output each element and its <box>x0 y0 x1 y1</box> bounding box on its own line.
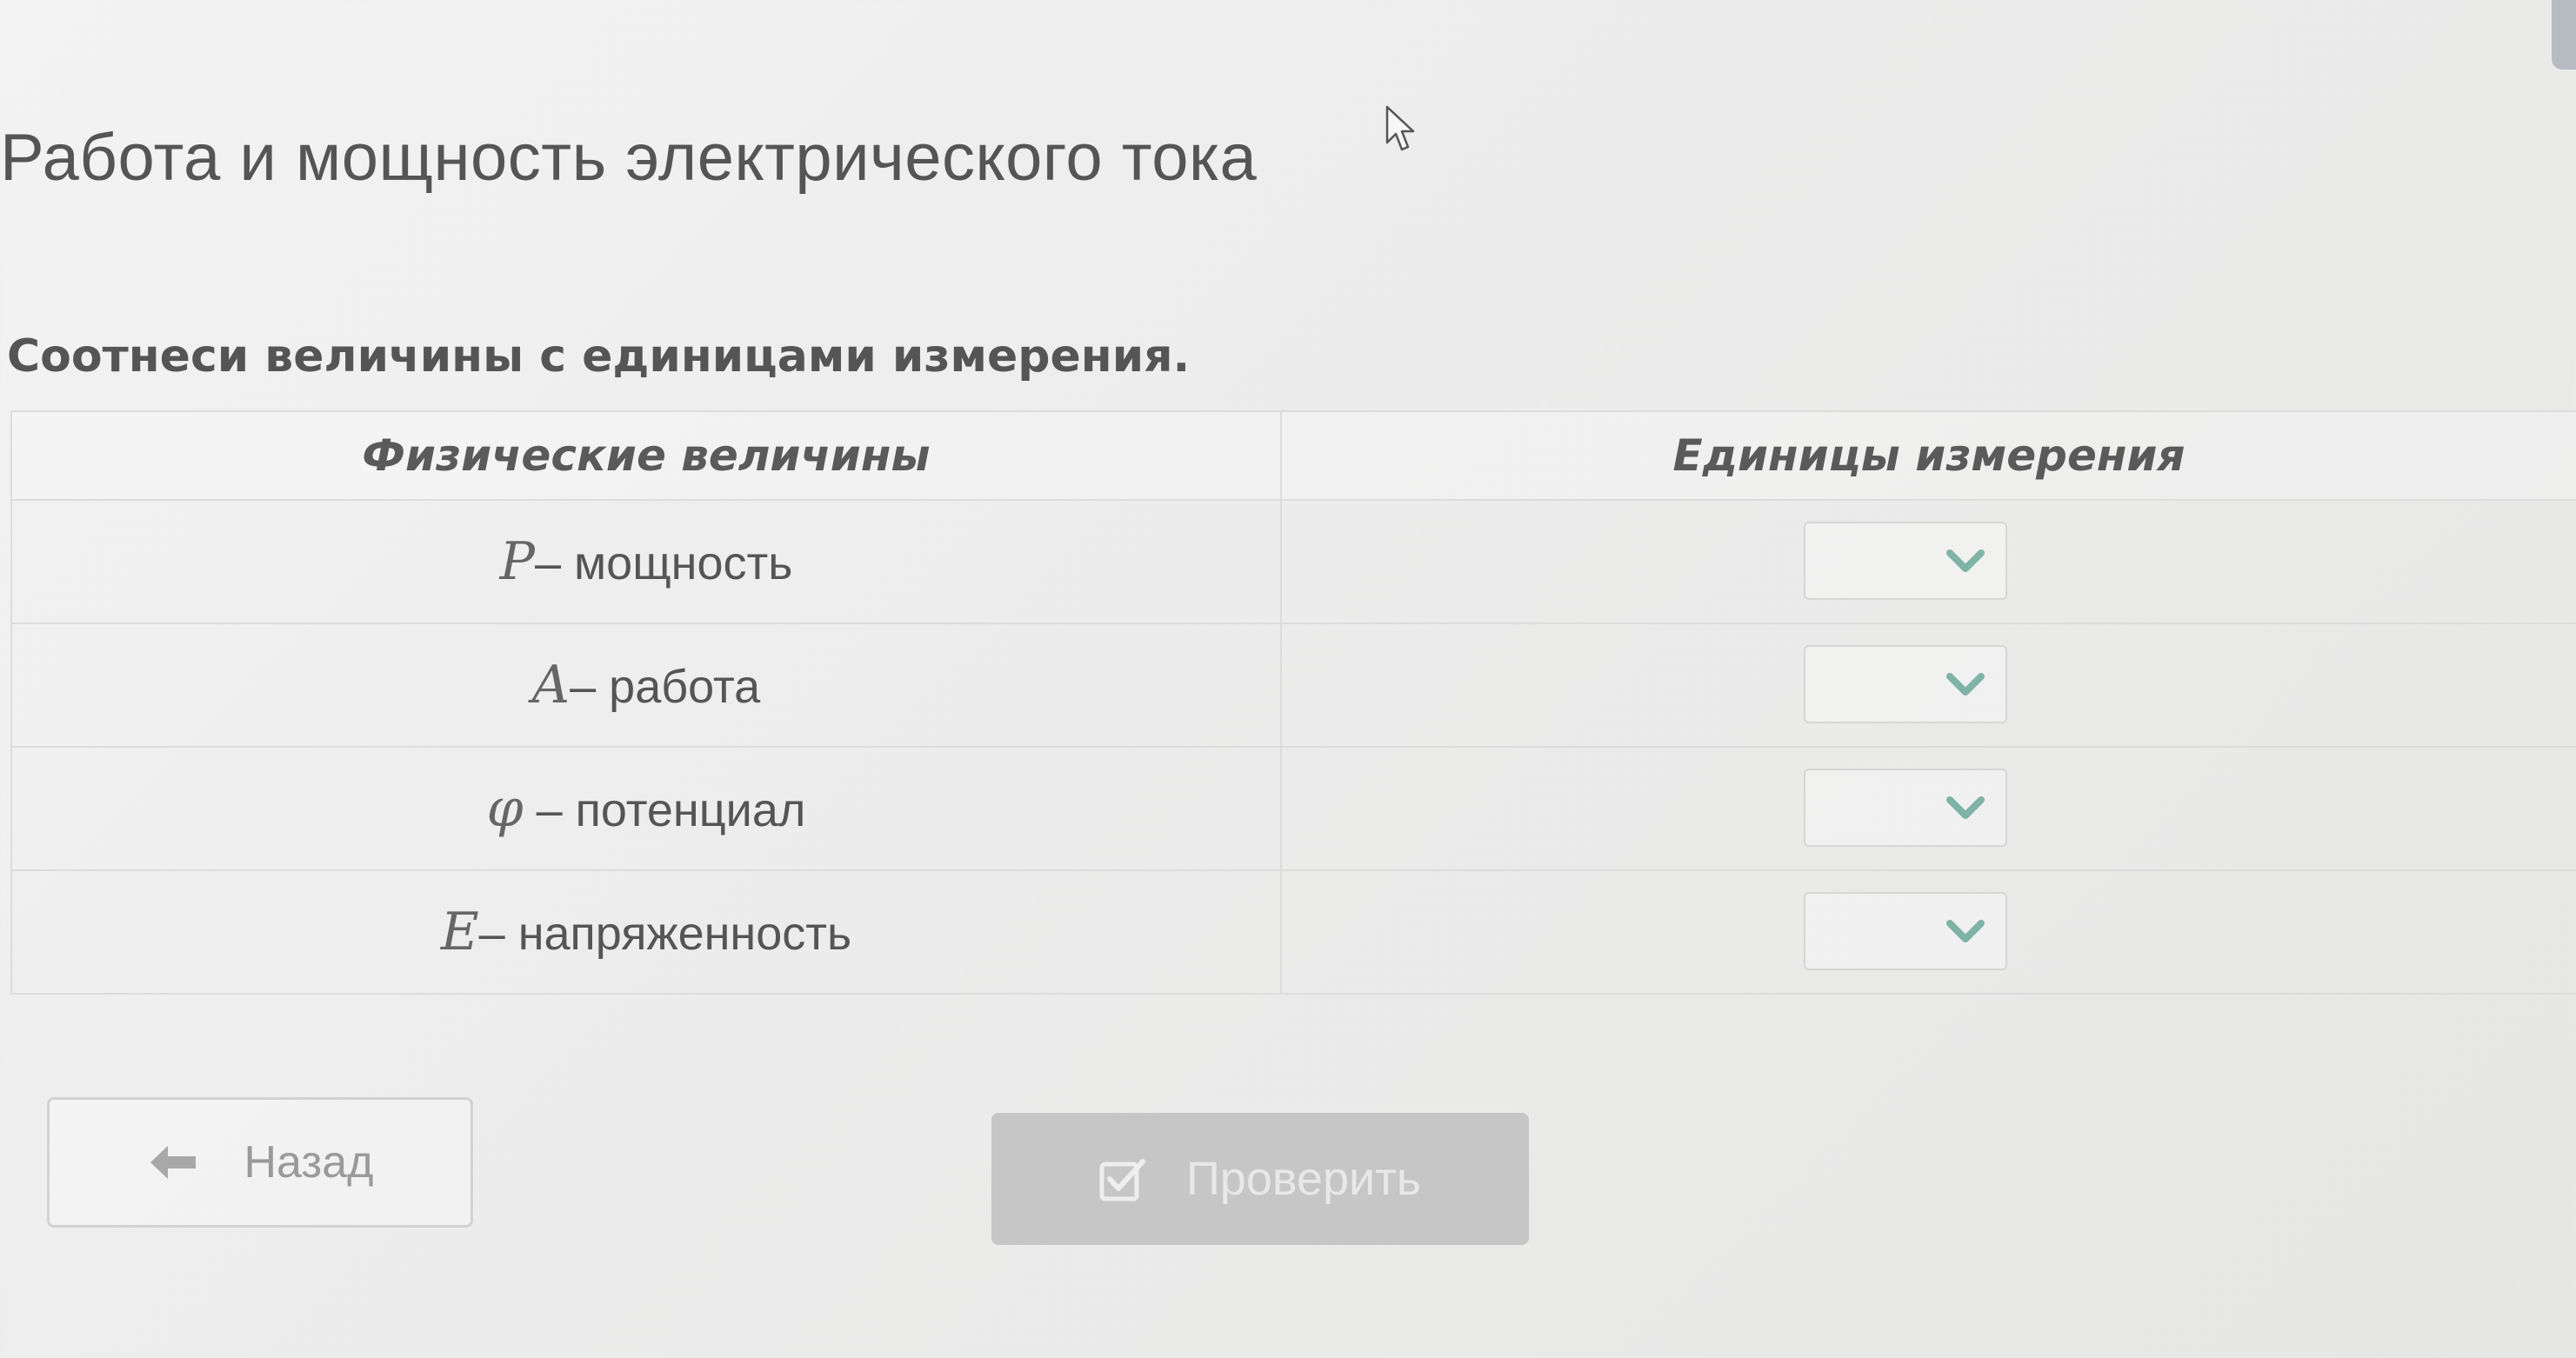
quantity-symbol: A <box>531 655 571 716</box>
unit-dropdown[interactable] <box>1804 892 2007 970</box>
back-button[interactable]: Назад <box>47 1097 473 1228</box>
quantity-symbol: φ <box>486 778 524 839</box>
header-quantities: Физические величины <box>10 410 1282 501</box>
quantity-symbol: E <box>440 902 479 962</box>
unit-dropdown[interactable] <box>1804 769 2007 847</box>
quantity-cell: φ – потенциал <box>10 746 1282 871</box>
check-button-label: Проверить <box>1185 1153 1422 1205</box>
unit-cell <box>1280 622 2576 748</box>
chevron-down-icon <box>1946 673 1985 696</box>
back-button-label: Назад <box>244 1137 374 1188</box>
quantity-cell: P– мощность <box>10 499 1282 624</box>
quantity-cell: E– напряженность <box>10 869 1282 995</box>
checkbox-check-icon <box>1099 1159 1145 1202</box>
quantity-symbol: P <box>499 531 536 592</box>
chevron-down-icon <box>1946 796 1985 819</box>
window-edge <box>2552 0 2576 70</box>
header-units: Единицы измерения <box>1280 410 2576 501</box>
page-title: Работа и мощность электрического тока <box>0 121 1258 195</box>
table-row: φ – потенциал <box>10 746 2576 871</box>
unit-cell <box>1280 869 2576 995</box>
check-button[interactable]: Проверить <box>991 1113 1529 1245</box>
table-row: P– мощность <box>10 499 2576 624</box>
mouse-pointer-icon <box>1385 105 1415 151</box>
arrow-left-icon <box>150 1146 196 1179</box>
quantity-cell: A– работа <box>10 622 1282 748</box>
unit-dropdown[interactable] <box>1804 522 2007 600</box>
quantity-label: – работа <box>570 661 761 713</box>
quantity-label: – мощность <box>535 537 793 589</box>
unit-dropdown[interactable] <box>1804 645 2007 723</box>
table-row: E– напряженность <box>10 869 2576 995</box>
unit-cell <box>1280 746 2576 871</box>
table-header-row: Физические величины Единицы измерения <box>10 410 2576 501</box>
unit-cell <box>1280 499 2576 624</box>
task-instruction: Соотнеси величины с единицами измерения. <box>7 330 1191 383</box>
table-row: A– работа <box>10 622 2576 748</box>
matching-table: Физические величины Единицы измерения P–… <box>10 410 2576 995</box>
chevron-down-icon <box>1946 920 1985 942</box>
quantity-label: – напряженность <box>478 908 852 960</box>
chevron-down-icon <box>1946 549 1985 572</box>
quantity-label: – потенциал <box>523 784 806 836</box>
